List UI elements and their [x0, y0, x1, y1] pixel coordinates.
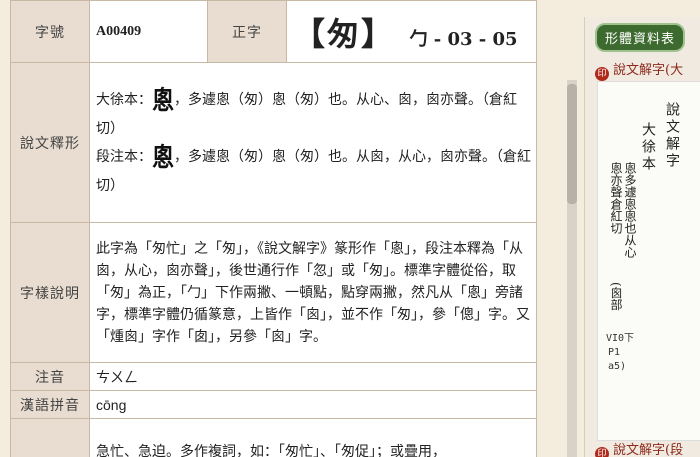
- pinyin-value: cōng: [89, 390, 537, 419]
- shuowen-duanzhu-heading[interactable]: 印說文解字(段: [595, 439, 683, 457]
- seal-stamp-icon: 印: [595, 67, 609, 81]
- character-info-table: 字號 A00409 正字 【匆】 勹 - 03 - 05 說文釋形 大徐本：悤，…: [10, 0, 537, 457]
- book-glyph-column-2: 悤亦聲倉紅切: [609, 162, 623, 234]
- radical-info: 勹 - 03 - 05: [409, 28, 518, 50]
- explanation-row: 字樣說明 此字為「匆忙」之「匆」，《說文解字》篆形作「悤」，段注本釋為「从囪，从…: [10, 222, 537, 363]
- book-edition-column: 大徐本: [640, 122, 656, 173]
- zhengzi-cell: 【匆】 勹 - 03 - 05: [286, 0, 537, 63]
- shuowen-label: 說文釋形: [10, 62, 90, 223]
- book-title-column: 說文解字: [664, 102, 680, 170]
- hand-note-1: VI0下: [606, 333, 635, 344]
- character-info-panel: 字號 A00409 正字 【匆】 勹 - 03 - 05 說文釋形 大徐本：悤，…: [10, 0, 537, 457]
- definition-label: [10, 418, 90, 457]
- glyph-data-tab[interactable]: 形體資料表: [595, 23, 686, 52]
- seal-glyph-image: 悤: [152, 85, 175, 116]
- seal-stamp-icon: 印: [595, 447, 609, 457]
- shuowen-line-duanzhu: 段注本：悤，多遽悤（匆）悤（匆）也。从囪，从心，囪亦聲。（倉紅切）: [96, 142, 532, 194]
- character-code: A00409: [89, 0, 208, 63]
- zhuyin-value: ㄘㄨㄥ: [89, 362, 537, 391]
- zhengzi-character: 【匆】: [293, 14, 396, 53]
- shuowen-line-dahsu: 大徐本：悤，多遽悤（匆）悤（匆）也。从心、囪，囪亦聲。（倉紅切）: [96, 85, 518, 137]
- pinyin-label: 漢語拼音: [10, 390, 90, 419]
- hand-note-3: a5): [608, 361, 627, 372]
- code-label: 字號: [10, 0, 90, 63]
- main-scrollbar-thumb[interactable]: [567, 84, 577, 204]
- shuowen-page-image: 說文解字 大徐本 悤多遽悤悤也从心 悤亦聲倉紅切 (囪部 VI0下 P1 a5): [597, 81, 700, 441]
- seal-glyph-image: 悤: [152, 142, 175, 173]
- definition-text: 急忙、急迫。多作複詞，如：「匆忙」、「匆促」；或疊用，: [89, 418, 537, 457]
- explanation-text: 此字為「匆忙」之「匆」，《說文解字》篆形作「悤」，段注本釋為「从囪，从心，囪亦聲…: [89, 222, 537, 363]
- shuowen-dahsu-heading[interactable]: 印說文解字(大: [595, 59, 683, 81]
- definition-row: 急忙、急迫。多作複詞，如：「匆忙」、「匆促」；或疊用，: [10, 418, 537, 457]
- header-row: 字號 A00409 正字 【匆】 勹 - 03 - 05: [10, 0, 537, 63]
- glyph-data-sidebar: 形體資料表 印說文解字(大 說文解字 大徐本 悤多遽悤悤也从心 悤亦聲倉紅切 (…: [584, 17, 700, 457]
- zhuyin-label: 注音: [10, 362, 90, 391]
- zhengzi-label: 正字: [207, 0, 287, 63]
- shuowen-row: 說文釋形 大徐本：悤，多遽悤（匆）悤（匆）也。从心、囪，囪亦聲。（倉紅切） 段注…: [10, 62, 537, 223]
- explanation-label: 字樣說明: [10, 222, 90, 363]
- hand-note-2: P1: [608, 347, 621, 358]
- book-radical-note: (囪部: [609, 282, 623, 311]
- pinyin-row: 漢語拼音 cōng: [10, 390, 537, 419]
- zhuyin-row: 注音 ㄘㄨㄥ: [10, 362, 537, 391]
- shuowen-content: 大徐本：悤，多遽悤（匆）悤（匆）也。从心、囪，囪亦聲。（倉紅切） 段注本：悤，多…: [89, 62, 537, 223]
